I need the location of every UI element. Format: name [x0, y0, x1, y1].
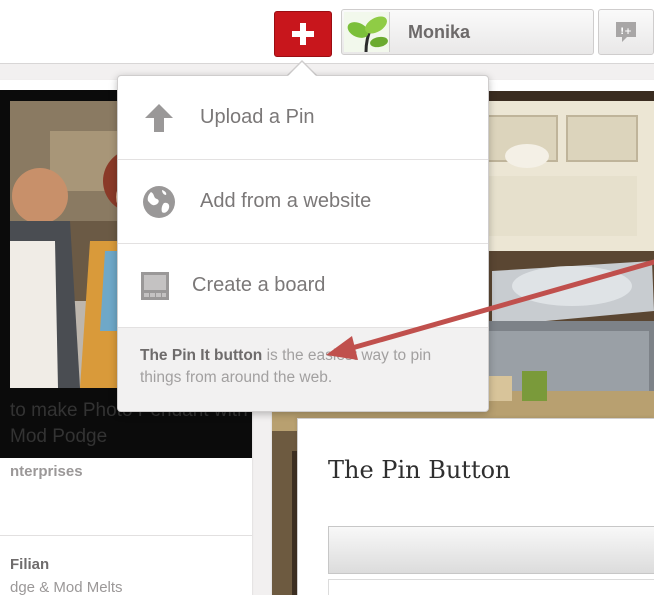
upload-arrow-icon — [118, 102, 200, 134]
menu-item-upload-pin[interactable]: Upload a Pin — [118, 76, 488, 160]
plant-avatar-icon — [344, 12, 389, 52]
dialog-toolbar — [328, 526, 654, 574]
pinner-name[interactable]: Filian — [10, 556, 49, 573]
pin-it-button-promo[interactable]: The Pin It button is the easiest way to … — [118, 328, 488, 411]
top-header: Monika !+ — [0, 0, 654, 64]
menu-item-add-from-website[interactable]: Add from a website — [118, 160, 488, 244]
menu-item-create-board[interactable]: Create a board — [118, 244, 488, 328]
add-pin-button[interactable] — [274, 11, 332, 57]
user-profile-button[interactable]: Monika — [341, 9, 594, 55]
avatar — [344, 12, 390, 52]
board-name[interactable]: dge & Mod Melts — [10, 579, 123, 595]
menu-item-label: Create a board — [192, 274, 326, 296]
svg-text:!+: !+ — [620, 27, 632, 37]
pin-button-dialog: The Pin Button — [297, 418, 654, 595]
dropdown-caret-inner — [288, 62, 316, 76]
pin-it-button-link[interactable]: The Pin It button — [140, 347, 262, 364]
dialog-content — [328, 579, 654, 595]
board-icon — [118, 271, 192, 301]
globe-icon — [118, 185, 200, 219]
menu-item-label: Upload a Pin — [200, 106, 315, 128]
notifications-icon: !+ — [616, 22, 636, 42]
notifications-button[interactable]: !+ — [598, 9, 654, 55]
divider — [0, 535, 252, 536]
pin-source[interactable]: nterprises — [10, 463, 83, 480]
plus-icon — [292, 23, 314, 45]
user-name: Monika — [408, 22, 471, 42]
dialog-title: The Pin Button — [328, 456, 511, 484]
menu-item-label: Add from a website — [200, 190, 372, 212]
add-dropdown-menu: Upload a Pin Add from a website Create a… — [117, 75, 489, 412]
